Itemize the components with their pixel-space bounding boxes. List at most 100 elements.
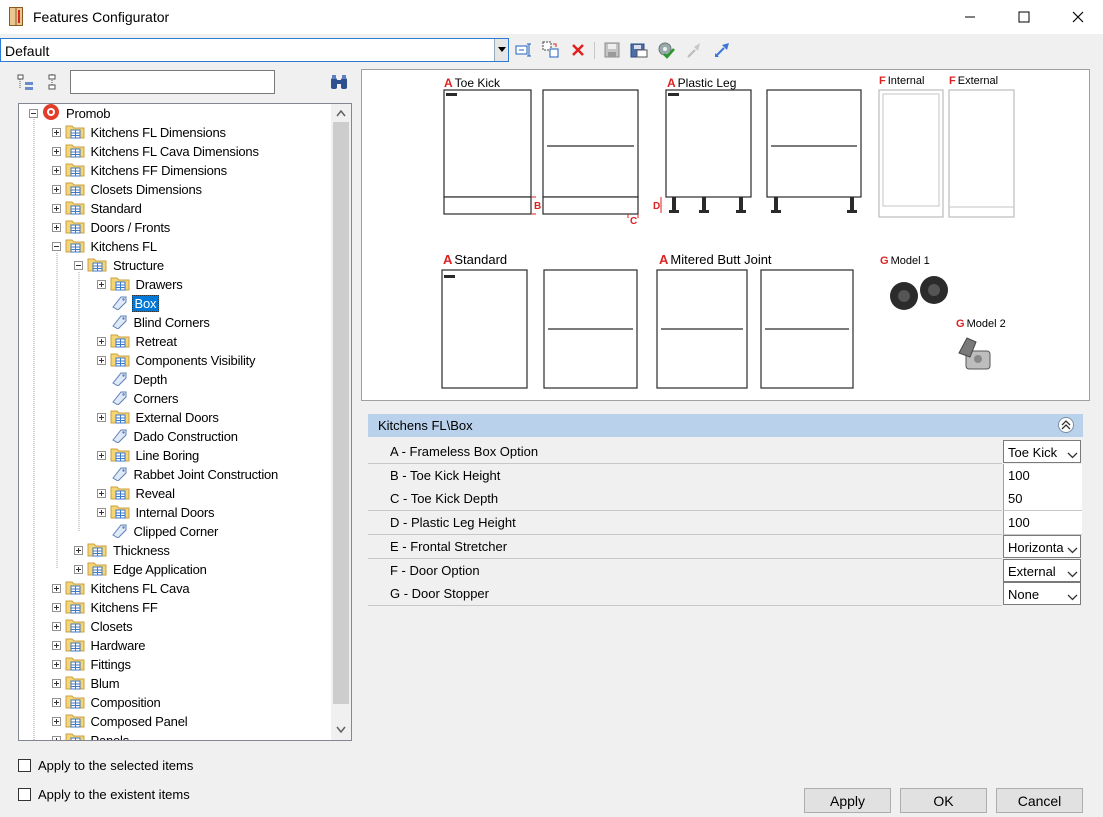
collapse-node-icon[interactable] (51, 242, 61, 251)
tree-item[interactable]: Panels (51, 731, 132, 740)
apply-existent-checkbox[interactable] (18, 788, 31, 801)
expand-node-icon[interactable] (96, 280, 106, 289)
tree-item[interactable]: Kitchens FL Cava (51, 579, 192, 598)
search-input[interactable] (70, 70, 275, 94)
tree-item[interactable]: Closets Dimensions (51, 180, 204, 199)
tree-item[interactable]: Hardware (51, 636, 148, 655)
expand-node-icon[interactable] (51, 166, 61, 175)
tree-item[interactable]: Composition (51, 693, 163, 712)
expand-node-icon[interactable] (74, 546, 83, 555)
apply-selected-checkbox[interactable] (18, 759, 31, 772)
collapse-all-button[interactable] (46, 73, 60, 91)
tree-item[interactable]: External Doors (96, 408, 221, 427)
tree-item[interactable]: Standard (51, 199, 144, 218)
property-row: D - Plastic Leg Height 100 (368, 511, 1082, 536)
tree-item[interactable]: Drawers (96, 275, 185, 294)
expand-node-icon[interactable] (74, 565, 83, 574)
expand-node-icon[interactable] (96, 356, 106, 365)
tree-item[interactable]: Kitchens FL Dimensions (51, 123, 228, 142)
expand-node-icon[interactable] (96, 489, 106, 498)
expand-all-button[interactable] (17, 73, 35, 91)
rename-button[interactable] (513, 40, 535, 60)
tree-vertical-scrollbar[interactable] (331, 104, 351, 740)
property-value-input[interactable]: 50 (1003, 487, 1082, 512)
expand-node-icon[interactable] (51, 736, 61, 740)
property-value-input[interactable]: 100 (1003, 511, 1082, 536)
tree-item[interactable]: Promob (29, 104, 112, 123)
tree-item[interactable]: Kitchens FL (51, 237, 159, 256)
expand-node-icon[interactable] (96, 413, 106, 422)
tree-item[interactable]: Thickness (74, 541, 172, 560)
ok-button[interactable]: OK (900, 788, 987, 813)
tree-item[interactable]: Kitchens FF (51, 598, 160, 617)
collapse-section-button[interactable] (1058, 417, 1074, 433)
expand-node-icon[interactable] (96, 451, 106, 460)
maximize-button[interactable] (1001, 0, 1047, 34)
tree-item[interactable]: Depth (97, 370, 170, 389)
expand-button[interactable] (711, 40, 733, 60)
tree-item[interactable]: Reveal (96, 484, 177, 503)
tree-scroll-thumb[interactable] (333, 122, 349, 704)
minimize-button[interactable] (947, 0, 993, 34)
copy-button[interactable] (540, 40, 562, 60)
expand-node-icon[interactable] (51, 622, 61, 631)
tree-item[interactable]: Kitchens FF Dimensions (51, 161, 229, 180)
close-button[interactable] (1055, 0, 1101, 34)
find-button[interactable] (330, 73, 348, 91)
apply-existent-option[interactable]: Apply to the existent items (18, 787, 190, 802)
expand-node-icon[interactable] (51, 717, 61, 726)
tree-item[interactable]: Retreat (96, 332, 179, 351)
tree-item[interactable]: Kitchens FL Cava Dimensions (51, 142, 261, 161)
expand-node-icon[interactable] (96, 508, 106, 517)
save-as-button[interactable] (628, 40, 650, 60)
tree-item[interactable]: Clipped Corner (97, 522, 221, 541)
property-dropdown[interactable]: Toe Kick (1003, 440, 1081, 463)
tree-item[interactable]: Blum (51, 674, 122, 693)
expand-node-icon[interactable] (96, 337, 106, 346)
tree-item[interactable]: Dado Construction (97, 427, 240, 446)
expand-node-icon[interactable] (51, 204, 61, 213)
expand-node-icon[interactable] (51, 128, 61, 137)
expand-node-icon[interactable] (51, 584, 61, 593)
tree-item-label: External Doors (135, 410, 219, 425)
collapse-node-icon[interactable] (29, 109, 38, 118)
profile-dropdown-button[interactable] (494, 39, 508, 61)
collapse-button[interactable] (684, 40, 706, 60)
expand-node-icon[interactable] (51, 185, 61, 194)
apply-selected-option[interactable]: Apply to the selected items (18, 758, 193, 773)
save-button[interactable] (601, 40, 623, 60)
property-dropdown[interactable]: External (1003, 558, 1081, 582)
tree-item[interactable]: Blind Corners (97, 313, 212, 332)
tree-item[interactable]: Line Boring (96, 446, 202, 465)
expand-node-icon[interactable] (51, 679, 61, 688)
tree-item[interactable]: Internal Doors (96, 503, 217, 522)
tree-item[interactable]: Corners (97, 389, 181, 408)
apply-button[interactable]: Apply (804, 788, 891, 813)
property-dropdown[interactable]: Horizontal (1003, 534, 1081, 558)
apply-settings-button[interactable] (655, 40, 677, 60)
tree-item[interactable]: Rabbet Joint Construction (97, 465, 281, 484)
tree-item[interactable]: Fittings (51, 655, 133, 674)
tree-item[interactable]: Box (97, 294, 160, 313)
expand-node-icon[interactable] (51, 147, 61, 156)
expand-node-icon[interactable] (51, 603, 61, 612)
tree-item[interactable]: Structure (74, 256, 166, 275)
profile-combo[interactable]: Default (0, 38, 509, 62)
feature-tree[interactable]: Promob Kitchens FL Dimensions Kitchens FL … (18, 103, 352, 741)
delete-button[interactable] (567, 40, 589, 60)
cancel-button[interactable]: Cancel (996, 788, 1083, 813)
expand-node-icon[interactable] (51, 641, 61, 650)
collapse-node-icon[interactable] (74, 261, 83, 270)
expand-node-icon[interactable] (51, 223, 61, 232)
tree-item[interactable]: Closets (51, 617, 135, 636)
tree-item[interactable]: Composed Panel (51, 712, 190, 731)
tree-item[interactable]: Doors / Fronts (51, 218, 173, 237)
property-dropdown[interactable]: None (1003, 582, 1081, 606)
tree-item[interactable]: Edge Application (74, 560, 209, 579)
caption-internal: F Internal (879, 75, 925, 87)
property-value-input[interactable]: 100 (1003, 463, 1082, 488)
expand-node-icon[interactable] (51, 660, 61, 669)
property-value: Horizontal (1008, 539, 1064, 555)
tree-item[interactable]: Components Visibility (96, 351, 258, 370)
expand-node-icon[interactable] (51, 698, 61, 707)
